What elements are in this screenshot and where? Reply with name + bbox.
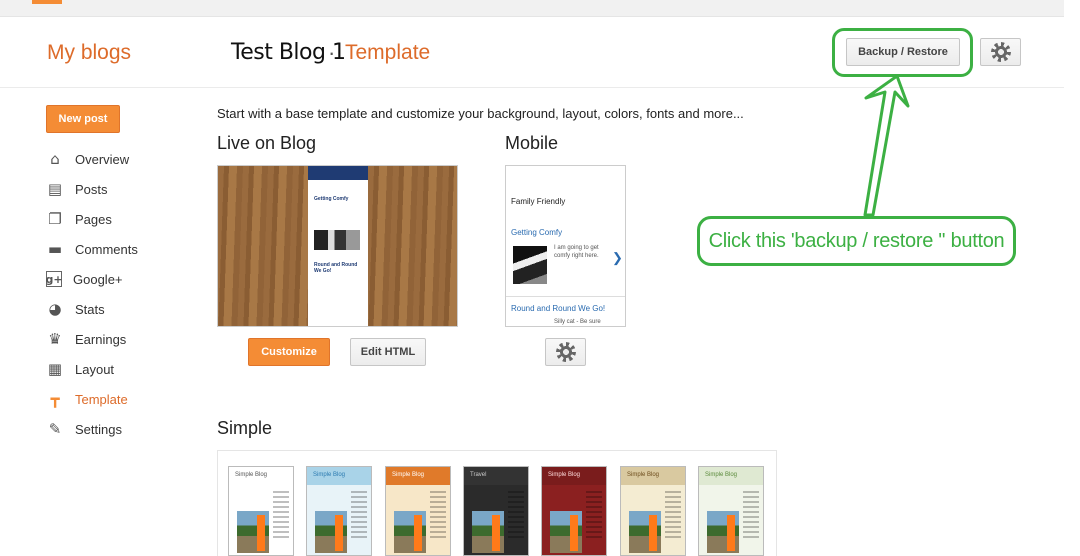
thumbnail-title: Simple Blog [627, 472, 660, 478]
mobile-template-preview[interactable]: Family Friendly Getting Comfy I am going… [505, 165, 626, 327]
sidebar-item-overview[interactable]: ⌂ Overview [46, 148, 129, 170]
thumbnail-sidebar [586, 491, 602, 541]
live-preview-post-title: Getting Comfy [314, 196, 349, 202]
template-thumbnail[interactable]: Simple Blog [228, 466, 294, 556]
intro-text: Start with a base template and customize… [217, 106, 744, 121]
pie-chart-icon: ◕ [48, 300, 62, 318]
thumbnail-sidebar [273, 491, 289, 541]
template-thumbnail[interactable]: Simple Blog [620, 466, 686, 556]
annotation-highlight-box [832, 28, 973, 77]
live-preview-post-title: Round and Round We Go! [314, 262, 358, 274]
thumbnail-title: Simple Blog [313, 472, 346, 478]
thumbnail-header: Simple Blog [386, 467, 450, 485]
thumbnail-title: Simple Blog [392, 472, 425, 478]
thumbnail-header: Simple Blog [229, 467, 293, 485]
mobile-post-title: Getting Comfy [511, 228, 563, 237]
template-thumbnail[interactable]: Travel [463, 466, 529, 556]
page-title: Template [345, 41, 431, 64]
sidebar-item-pages[interactable]: ❐ Pages [46, 208, 112, 230]
sidebar-item-label: Google+ [73, 271, 123, 287]
thumbnail-image [237, 511, 269, 553]
sidebar-item-stats[interactable]: ◕ Stats [46, 298, 105, 320]
chevron-right-icon: ❯ [612, 250, 623, 265]
mobile-post-snippet: I am going to get comfy right here. [554, 245, 599, 259]
mobile-settings-button[interactable] [545, 338, 586, 366]
layout-icon: ▦ [47, 360, 63, 378]
sidebar-item-layout[interactable]: ▦ Layout [46, 358, 114, 380]
annotation-label: Click this 'backup / restore '' button [697, 216, 1016, 266]
comment-icon: ▬ [47, 240, 63, 258]
thumbnail-image [394, 511, 426, 553]
thumbnail-image [550, 511, 582, 553]
paint-roller-icon: ┳ [50, 390, 60, 408]
sidebar-item-comments[interactable]: ▬ Comments [46, 238, 138, 260]
pages-icon: ❐ [48, 210, 62, 228]
live-preview-column: Getting Comfy Round and Round We Go! [308, 166, 368, 326]
template-thumbnail[interactable]: Simple Blog [698, 466, 764, 556]
thumbnail-sidebar [351, 491, 367, 541]
thumbnail-title: Simple Blog [705, 472, 738, 478]
template-thumbnail[interactable]: Simple Blog [541, 466, 607, 556]
thumbnail-image [315, 511, 347, 553]
blogger-logo-fragment [32, 0, 62, 4]
sidebar-item-settings[interactable]: ✎ Settings [46, 418, 122, 440]
sidebar-item-label: Pages [75, 211, 112, 227]
trophy-icon: ♛ [48, 330, 62, 348]
new-post-button[interactable]: New post [46, 105, 120, 133]
thumbnail-title: Simple Blog [235, 472, 268, 478]
thumbnail-header: Simple Blog [307, 467, 371, 485]
thumbnail-header: Simple Blog [699, 467, 763, 485]
gear-icon [557, 344, 574, 360]
thumbnail-title: Simple Blog [548, 472, 581, 478]
thumbnail-sidebar [430, 491, 446, 541]
top-bar [0, 0, 1064, 17]
sidebar-item-label: Settings [75, 421, 122, 437]
sidebar-item-label: Stats [75, 301, 105, 317]
sidebar-item-google-plus[interactable]: g+ Google+ [45, 268, 123, 290]
breadcrumb-separator: · [328, 40, 336, 65]
thumbnail-sidebar [743, 491, 759, 541]
live-on-blog-heading: Live on Blog [217, 133, 317, 153]
gear-icon [992, 44, 1009, 60]
mobile-divider [506, 296, 625, 297]
sidebar-item-template[interactable]: ┳ Template [46, 388, 128, 410]
mobile-post-snippet: Silly cat - Be sure [554, 319, 601, 325]
mobile-post-image [513, 246, 547, 284]
thumbnail-image [629, 511, 661, 553]
simple-heading: Simple [217, 418, 273, 438]
mobile-post-title: Round and Round We Go! [511, 304, 606, 313]
thumbnail-sidebar [508, 491, 524, 541]
live-preview-image [314, 230, 360, 250]
thumbnail-image [707, 511, 739, 553]
sidebar-item-label: Comments [75, 241, 138, 257]
thumbnail-sidebar [665, 491, 681, 541]
sidebar-item-label: Earnings [75, 331, 127, 347]
sidebar-item-earnings[interactable]: ♛ Earnings [46, 328, 126, 350]
sidebar-item-label: Layout [75, 361, 115, 377]
mobile-heading: Mobile [505, 133, 559, 153]
template-thumbnail[interactable]: Simple Blog [385, 466, 451, 556]
live-template-preview[interactable]: Getting Comfy Round and Round We Go! [217, 165, 458, 327]
google-plus-icon: g+ [45, 271, 63, 287]
thumbnail-header: Travel [464, 467, 528, 485]
customize-button[interactable]: Customize [248, 338, 330, 366]
edit-html-button[interactable]: Edit HTML [350, 338, 426, 366]
posts-icon: ▤ [47, 180, 63, 198]
my-blogs-link[interactable]: My blogs [47, 41, 131, 65]
sidebar-item-label: Posts [75, 181, 108, 197]
settings-gear-button[interactable] [980, 38, 1021, 66]
sidebar-item-label: Template [75, 391, 128, 407]
sidebar-item-posts[interactable]: ▤ Posts [46, 178, 108, 200]
thumbnail-image [472, 511, 504, 553]
wrench-icon: ✎ [48, 420, 62, 438]
sidebar-item-label: Overview [75, 151, 130, 167]
live-preview-header-bar [308, 166, 368, 180]
thumbnail-header: Simple Blog [542, 467, 606, 485]
thumbnail-header: Simple Blog [621, 467, 685, 485]
home-icon: ⌂ [50, 150, 60, 168]
mobile-blog-name: Family Friendly [511, 197, 566, 206]
template-thumbnail[interactable]: Simple Blog [306, 466, 372, 556]
thumbnail-title: Travel [470, 472, 487, 478]
